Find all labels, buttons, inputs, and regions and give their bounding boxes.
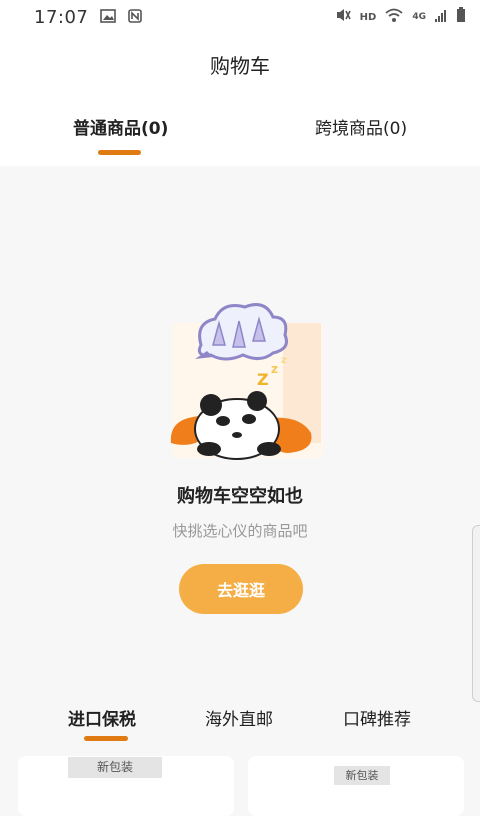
svg-text:Z: Z <box>257 370 269 389</box>
recommend-tabs: 进口保税 海外直邮 口碑推荐 <box>0 705 480 745</box>
svg-text:z: z <box>271 362 278 376</box>
active-tab-indicator <box>98 150 141 155</box>
go-shopping-button[interactable]: 去逛逛 <box>179 564 303 614</box>
vibrate-mute-icon <box>334 7 352 27</box>
product-card[interactable]: 新包装 <box>18 756 234 816</box>
status-bar: 17:07 HD 4G <box>0 0 480 34</box>
active-subtab-indicator <box>84 736 128 741</box>
empty-cart-subtitle: 快挑选心仪的商品吧 <box>172 522 308 540</box>
network-type: 4G <box>412 12 426 22</box>
hd-indicator: HD <box>359 11 377 23</box>
wifi-icon <box>384 7 404 27</box>
cart-tabs: 普通商品(0) 跨境商品(0) <box>0 114 480 158</box>
svg-text:z: z <box>281 355 287 366</box>
page-title: 购物车 <box>210 54 270 78</box>
tab-regular-goods[interactable]: 普通商品(0) <box>73 114 168 139</box>
edge-panel-handle[interactable] <box>472 525 480 702</box>
new-package-badge: 新包装 <box>334 766 390 785</box>
image-icon <box>100 8 117 27</box>
empty-cart-title: 购物车空空如也 <box>177 486 303 507</box>
cart-header: 购物车 普通商品(0) 跨境商品(0) <box>0 34 480 166</box>
tab-overseas-direct[interactable]: 海外直邮 <box>205 705 273 730</box>
tab-bonded-import[interactable]: 进口保税 <box>68 705 136 730</box>
new-package-badge: 新包装 <box>68 757 162 778</box>
status-time: 17:07 <box>34 6 89 28</box>
empty-cart-illustration: Z z z <box>165 293 330 463</box>
product-card[interactable]: 新包装 <box>248 756 464 816</box>
signal-icon <box>434 8 448 27</box>
tab-cross-border-goods[interactable]: 跨境商品(0) <box>315 114 407 139</box>
battery-icon <box>456 7 466 27</box>
tab-recommended[interactable]: 口碑推荐 <box>343 705 411 730</box>
nfc-icon <box>128 8 143 27</box>
